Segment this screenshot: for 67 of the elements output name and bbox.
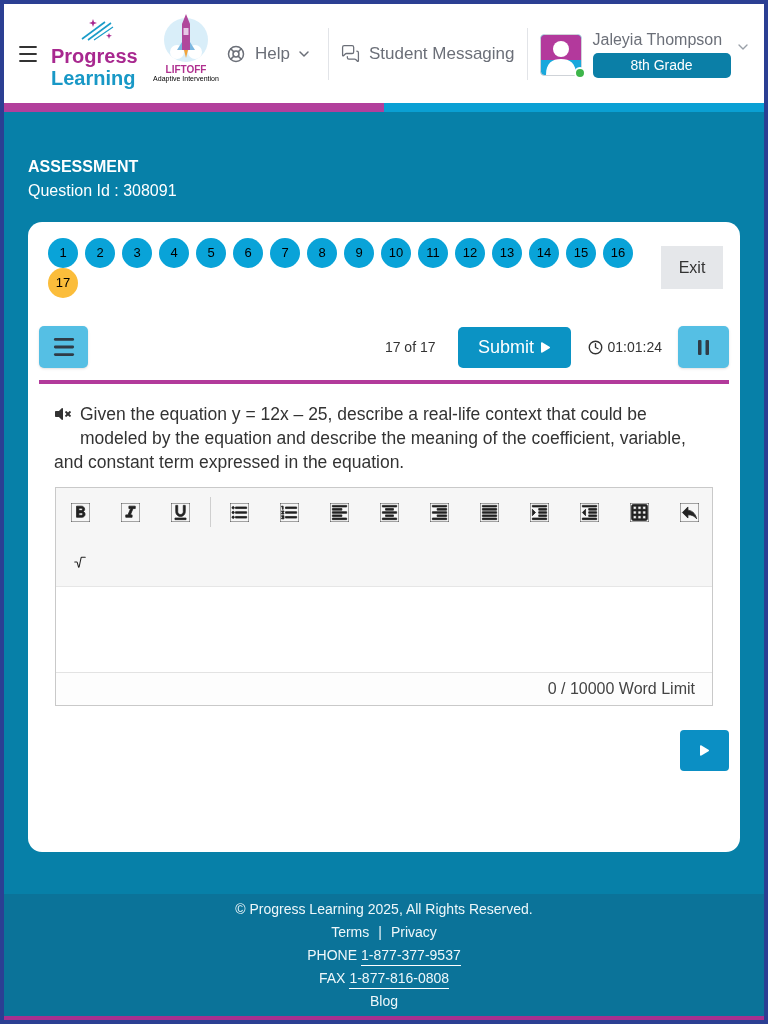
- copyright-text: © Progress Learning 2025, All Rights Reserved.: [235, 900, 533, 919]
- muted-speaker-icon[interactable]: [54, 406, 72, 422]
- question-number-button[interactable]: 9: [344, 238, 374, 268]
- question-number-button[interactable]: 3: [122, 238, 152, 268]
- grade-label: 8th Grade: [592, 52, 731, 78]
- pause-icon: [698, 339, 709, 355]
- word-count-text: 0 / 10000 Word Limit: [547, 679, 695, 699]
- logo-word: Learning: [51, 66, 136, 89]
- chat-bubbles-icon: [340, 44, 360, 63]
- privacy-link[interactable]: Privacy: [390, 921, 437, 944]
- next-button[interactable]: [680, 730, 729, 771]
- clock-icon: [587, 339, 603, 355]
- question-number-button[interactable]: 13: [492, 238, 522, 268]
- square-root-icon: [73, 555, 87, 569]
- question-number-button[interactable]: 15: [566, 238, 596, 268]
- align-center-icon: [379, 502, 399, 522]
- question-number-button[interactable]: 1: [48, 238, 78, 268]
- question-number-button[interactable]: 5: [196, 238, 226, 268]
- fax-link[interactable]: 1-877-816-0808: [349, 968, 450, 989]
- question-number-button[interactable]: 4: [159, 238, 189, 268]
- lifebuoy-icon: [227, 44, 245, 63]
- question-number-button[interactable]: 7: [270, 238, 300, 268]
- question-position: 17 of 17: [384, 337, 436, 357]
- question-number-button[interactable]: 17: [48, 268, 78, 298]
- submit-button[interactable]: Submit: [457, 326, 571, 368]
- question-number-button[interactable]: 8: [307, 238, 337, 268]
- indent-icon: [529, 502, 549, 522]
- question-number-button[interactable]: 10: [381, 238, 411, 268]
- timer-text: 01:01:24: [607, 337, 662, 357]
- question-number-button[interactable]: 14: [529, 238, 559, 268]
- menu-button[interactable]: [39, 326, 88, 368]
- table-icon: [629, 502, 649, 522]
- question-number-button[interactable]: 6: [233, 238, 263, 268]
- play-icon: [541, 341, 550, 353]
- rocket-logo-icon: [163, 12, 209, 64]
- bulleted-list-icon: [229, 502, 249, 522]
- terms-link[interactable]: Terms: [331, 921, 370, 944]
- logo-title: LIFTOFF: [165, 64, 207, 75]
- underline-icon: [170, 502, 190, 522]
- numbered-list-icon: [279, 502, 299, 522]
- exit-button[interactable]: Exit: [661, 246, 723, 289]
- question-number-button[interactable]: 12: [455, 238, 485, 268]
- assessment-heading: ASSESSMENT: [28, 157, 140, 177]
- fax-label: FAX: [318, 969, 346, 988]
- question-number-button[interactable]: 2: [85, 238, 115, 268]
- avatar-icon: [539, 33, 582, 76]
- outdent-icon: [579, 502, 599, 522]
- question-number-button[interactable]: 11: [418, 238, 448, 268]
- play-icon: [700, 745, 709, 756]
- align-left-icon: [329, 502, 349, 522]
- phone-link[interactable]: 1-877-377-9537: [361, 945, 461, 966]
- align-justify-icon: [479, 502, 499, 522]
- question-text: Given the equation y = 12x – 25, describe a real-life context that could be modeled by the equation and describe the meaning of the coefficient, variable, and constant term expressed in the equation.: [54, 403, 687, 474]
- user-name: Jaleyia Thompson: [592, 29, 724, 50]
- logo-word: Progress: [51, 44, 139, 67]
- separator-text: |: [378, 923, 382, 942]
- align-right-icon: [429, 502, 449, 522]
- help-menu[interactable]: Help: [227, 40, 312, 67]
- pause-button[interactable]: [678, 326, 729, 368]
- question-id-text: Question Id : 308091: [28, 181, 178, 201]
- question-number-button[interactable]: 16: [603, 238, 633, 268]
- undo-icon: [679, 502, 699, 522]
- phone-label: PHONE: [307, 946, 358, 965]
- bold-icon: [70, 502, 90, 522]
- italic-icon: [120, 502, 140, 522]
- blog-link[interactable]: Blog: [370, 990, 398, 1013]
- messaging-link[interactable]: Student Messaging: [340, 40, 515, 67]
